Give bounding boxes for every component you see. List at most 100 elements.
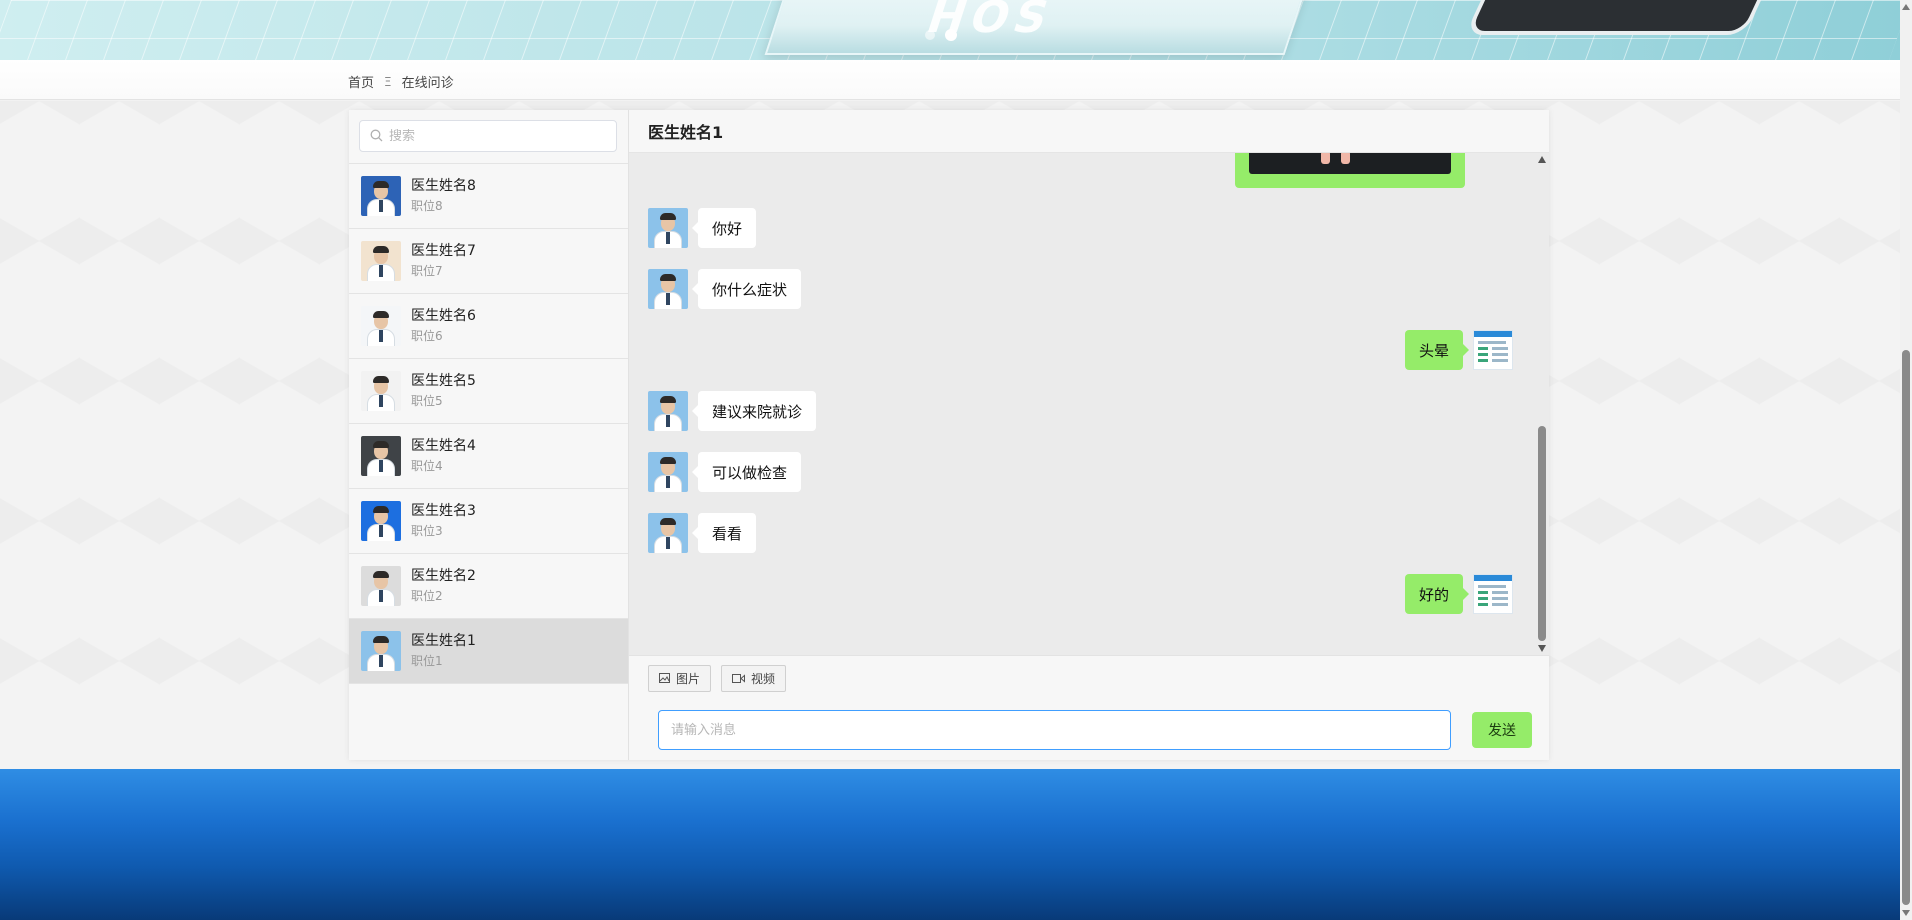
send-video-label: 视频: [751, 671, 776, 686]
contact-name: 医生姓名6: [411, 308, 476, 324]
doctor-avatar: [648, 208, 688, 248]
contact-sidebar: 医生姓名8 职位8 医生姓名7 职位7 医生姓名6 职位6 医生姓名5 职位5 医生姓名4 职位4…: [349, 110, 629, 760]
send-image-label: 图片: [676, 671, 701, 686]
search-input[interactable]: [389, 128, 609, 144]
message-bubble: 建议来院就诊: [691, 391, 817, 431]
carousel-dots: [925, 29, 957, 41]
breadcrumb-bar: 首页 Ξ 在线问诊: [0, 60, 1900, 100]
scroll-thumb[interactable]: [1538, 426, 1546, 641]
user-avatar: [1473, 330, 1513, 370]
contact-text: 医生姓名2 职位2: [411, 567, 476, 605]
doctor-avatar: [361, 566, 401, 606]
contact-title: 职位6: [411, 329, 443, 343]
doctor-avatar: [361, 631, 401, 671]
search-box[interactable]: [359, 120, 617, 152]
contact-item[interactable]: 医生姓名7 职位7: [349, 229, 628, 294]
doctor-avatar: [361, 241, 401, 281]
contact-name: 医生姓名7: [411, 243, 476, 259]
doctor-message: 你好: [648, 208, 757, 248]
contact-text: 医生姓名3 职位3: [411, 502, 476, 540]
contact-text: 医生姓名7 职位7: [411, 242, 476, 280]
contact-title: 职位8: [411, 199, 443, 213]
contact-item[interactable]: 医生姓名1 职位1: [349, 619, 628, 684]
contact-item[interactable]: 医生姓名2 职位2: [349, 554, 628, 619]
banner-hospital-illustration: HOS: [764, 0, 1316, 55]
message-bubble: 好的: [1404, 574, 1470, 614]
doctor-avatar: [648, 513, 688, 553]
page-footer: [0, 769, 1900, 920]
contact-text: 医生姓名6 职位6: [411, 307, 476, 345]
doctor-avatar: [648, 452, 688, 492]
message-bubble: 头晕: [1404, 330, 1470, 370]
send-video-button[interactable]: 视频: [721, 664, 787, 692]
contact-name: 医生姓名5: [411, 373, 476, 389]
doctor-message: 建议来院就诊: [648, 391, 817, 431]
message-bubble: 你什么症状: [691, 269, 802, 309]
contact-title: 职位1: [411, 654, 443, 668]
chat-window: 医生姓名8 职位8 医生姓名7 职位7 医生姓名6 职位6 医生姓名5 职位5 医生姓名4 职位4…: [349, 110, 1549, 760]
breadcrumb: 首页 Ξ 在线问诊: [348, 72, 454, 92]
user-avatar: [1473, 574, 1513, 614]
contact-item[interactable]: 医生姓名4 职位4: [349, 424, 628, 489]
search-area: [349, 110, 628, 164]
scroll-up-arrow-icon[interactable]: [1538, 156, 1546, 163]
carousel-dot[interactable]: [925, 30, 935, 40]
breadcrumb-home-link[interactable]: 首页: [348, 72, 374, 91]
user-message: 头晕: [1404, 330, 1513, 370]
page-scrollbar[interactable]: [1900, 0, 1912, 920]
breadcrumb-current: 在线问诊: [401, 76, 454, 91]
video-message[interactable]: [1235, 153, 1465, 188]
contact-text: 医生姓名5 职位5: [411, 372, 476, 410]
video-preview-figure: [1319, 153, 1355, 165]
contact-name: 医生姓名1: [411, 633, 476, 649]
page-scroll-thumb[interactable]: [1902, 350, 1910, 905]
page-scroll-down-icon[interactable]: [1902, 910, 1910, 916]
message-bubble: 你好: [691, 208, 757, 248]
message-input[interactable]: [658, 710, 1451, 750]
contact-item[interactable]: 医生姓名5 职位5: [349, 359, 628, 424]
contact-title: 职位4: [411, 459, 443, 473]
contact-title: 职位7: [411, 264, 443, 278]
doctor-avatar: [361, 176, 401, 216]
contact-text: 医生姓名1 职位1: [411, 632, 476, 670]
doctor-message: 看看: [648, 513, 757, 553]
page-scroll-up-icon[interactable]: [1902, 4, 1910, 10]
contact-title: 职位5: [411, 394, 443, 408]
contact-item[interactable]: 医生姓名3 职位3: [349, 489, 628, 554]
contact-name: 医生姓名4: [411, 438, 476, 454]
breadcrumb-separator: Ξ: [384, 74, 392, 89]
contact-name: 医生姓名8: [411, 178, 476, 194]
message-scrollbar[interactable]: [1537, 153, 1547, 655]
contact-item[interactable]: 医生姓名8 职位8: [349, 164, 628, 229]
send-button[interactable]: 发送: [1472, 712, 1532, 748]
doctor-message: 可以做检查: [648, 452, 802, 492]
contact-title: 职位3: [411, 524, 443, 538]
video-thumbnail[interactable]: [1249, 153, 1451, 174]
contact-text: 医生姓名4 职位4: [411, 437, 476, 475]
doctor-avatar: [648, 269, 688, 309]
chat-main: 医生姓名1 你好 你什么症状 头晕 建议来院就诊 可以做检查 看看 好的 图片 …: [629, 110, 1549, 760]
send-image-button[interactable]: 图片: [648, 664, 712, 692]
doctor-avatar: [361, 501, 401, 541]
message-bubble: 可以做检查: [691, 452, 802, 492]
contact-text: 医生姓名8 职位8: [411, 177, 476, 215]
doctor-avatar: [648, 391, 688, 431]
scroll-down-arrow-icon[interactable]: [1538, 645, 1546, 652]
user-message: 好的: [1404, 574, 1513, 614]
search-icon: [370, 127, 383, 146]
contact-name: 医生姓名2: [411, 568, 476, 584]
message-bubble: 看看: [691, 513, 757, 553]
chat-header-title: 医生姓名1: [629, 110, 1549, 153]
video-icon: [732, 673, 746, 683]
contact-title: 职位2: [411, 589, 443, 603]
image-icon: [659, 673, 670, 683]
contact-list: 医生姓名8 职位8 医生姓名7 职位7 医生姓名6 职位6 医生姓名5 职位5 医生姓名4 职位4…: [349, 164, 628, 684]
contact-name: 医生姓名3: [411, 503, 476, 519]
doctor-avatar: [361, 371, 401, 411]
carousel-dot-active[interactable]: [945, 29, 957, 41]
composer-row: 发送: [629, 700, 1549, 760]
message-list[interactable]: 你好你什么症状头晕建议来院就诊 可以做检查看看好的: [629, 153, 1549, 655]
doctor-avatar: [361, 306, 401, 346]
contact-item[interactable]: 医生姓名6 职位6: [349, 294, 628, 359]
composer-toolbar: 图片 视频: [629, 655, 1549, 700]
